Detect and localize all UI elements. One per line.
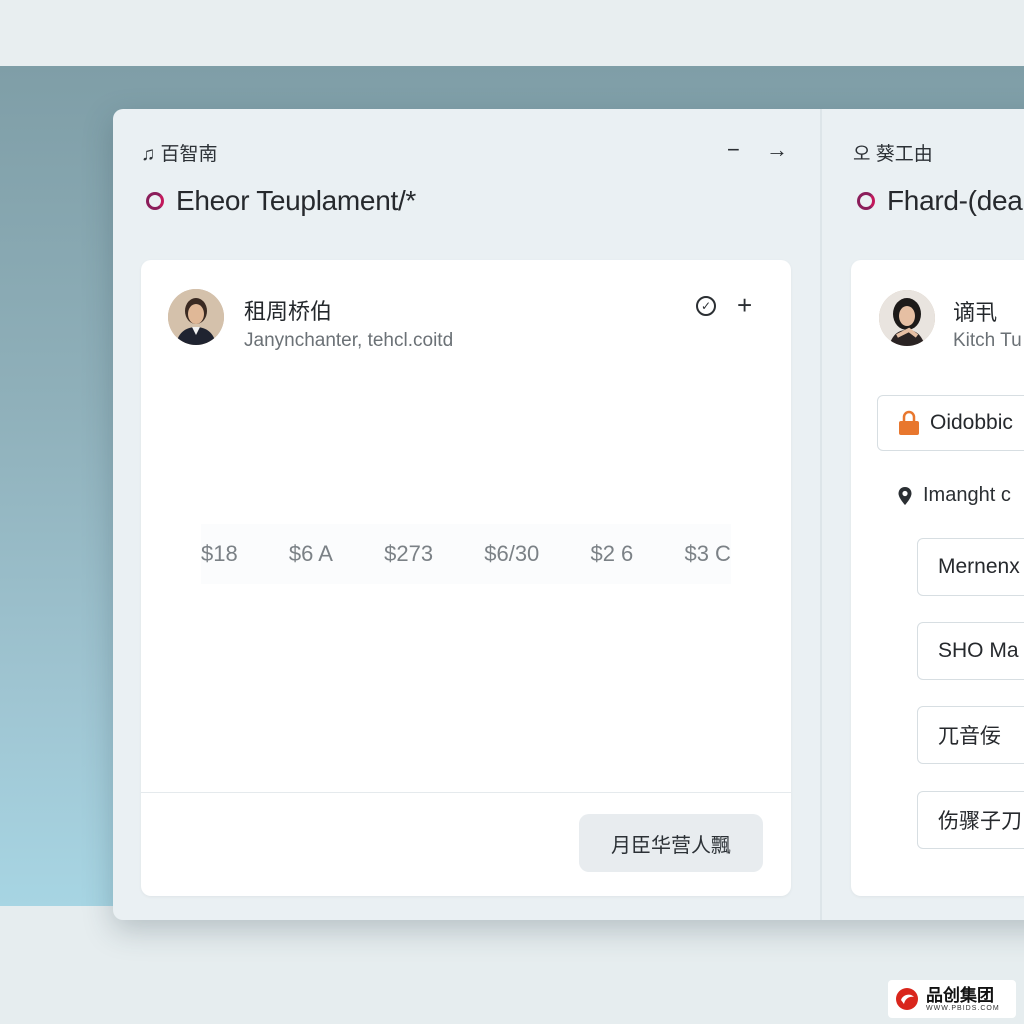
bottom-background: [0, 906, 1024, 1024]
right-pane-title-text: Fhard-(dea: [887, 185, 1023, 216]
profile-subtitle: Janynchanter, tehcl.coitd: [244, 330, 454, 351]
brand-logo-icon: [146, 192, 164, 210]
watermark-text-block: 品创集团 WWW.PBIDS.COM: [926, 985, 1000, 1012]
left-pane-label: ♫ 百智南: [141, 144, 218, 165]
profile-card: 租周桥伯 Janynchanter, tehcl.coitd ✓ + $18 $…: [141, 260, 791, 896]
detail-name: 谪丮: [953, 300, 998, 325]
detail-card: 谪丮 Kitch Tu Oidobbic Imanght c Mernenx S…: [851, 260, 1024, 896]
avatar-person-icon: [168, 289, 224, 345]
right-pane-title: Fhard-(dea: [857, 185, 1023, 217]
price-item: $3 C: [684, 541, 731, 566]
add-icon[interactable]: +: [737, 290, 752, 321]
option-field[interactable]: 伤骤子刀: [917, 791, 1024, 849]
watermark-swirl-icon: [896, 988, 918, 1010]
location-row: Imanght c: [897, 484, 1011, 507]
footer-action-button[interactable]: 月臣华营人飄: [579, 814, 763, 872]
price-strip: $18 $6 A $273 $6/30 $2 6 $3 C: [201, 524, 731, 584]
price-item: $6 A: [288, 541, 333, 566]
app-window: ♫ 百智南 − → Eheor Teuplament/* 租周桥伯 Janync…: [113, 109, 1024, 920]
right-pane-label: 오 葵工由: [853, 144, 933, 165]
avatar[interactable]: [879, 290, 935, 346]
watermark-url: WWW.PBIDS.COM: [926, 1004, 1000, 1012]
location-text: Imanght c: [923, 484, 1011, 506]
price-item: $6/30: [484, 541, 540, 566]
avatar-person-icon: [879, 290, 935, 346]
minimize-button[interactable]: −: [727, 137, 740, 163]
left-pane-title-text: Eheor Teuplament/*: [176, 185, 417, 216]
watermark-text: 品创集团: [926, 985, 994, 1005]
lock-field[interactable]: Oidobbic: [877, 395, 1024, 451]
watermark-logo: 品创集团 WWW.PBIDS.COM: [888, 980, 1016, 1018]
pane-divider: [820, 109, 822, 920]
option-field[interactable]: Mernenx: [917, 538, 1024, 596]
profile-name: 租周桥伯: [244, 299, 333, 324]
lock-field-text: Oidobbic: [930, 411, 1013, 434]
lock-icon: [899, 410, 919, 435]
price-item: $273: [384, 541, 434, 566]
price-item: $2 6: [590, 541, 634, 566]
detail-subtitle: Kitch Tu: [953, 330, 1022, 351]
avatar[interactable]: [168, 289, 224, 345]
left-pane-title: Eheor Teuplament/*: [146, 185, 416, 217]
next-arrow-button[interactable]: →: [766, 137, 788, 163]
option-field[interactable]: SHO Ma: [917, 622, 1024, 680]
location-pin-icon: [898, 486, 912, 505]
price-item: $18: [201, 541, 238, 566]
top-background: [0, 0, 1024, 66]
option-field[interactable]: 兀音佞: [917, 706, 1024, 764]
check-circle-icon[interactable]: ✓: [696, 296, 716, 316]
card-footer-divider: [141, 792, 791, 793]
brand-logo-icon: [857, 192, 875, 210]
